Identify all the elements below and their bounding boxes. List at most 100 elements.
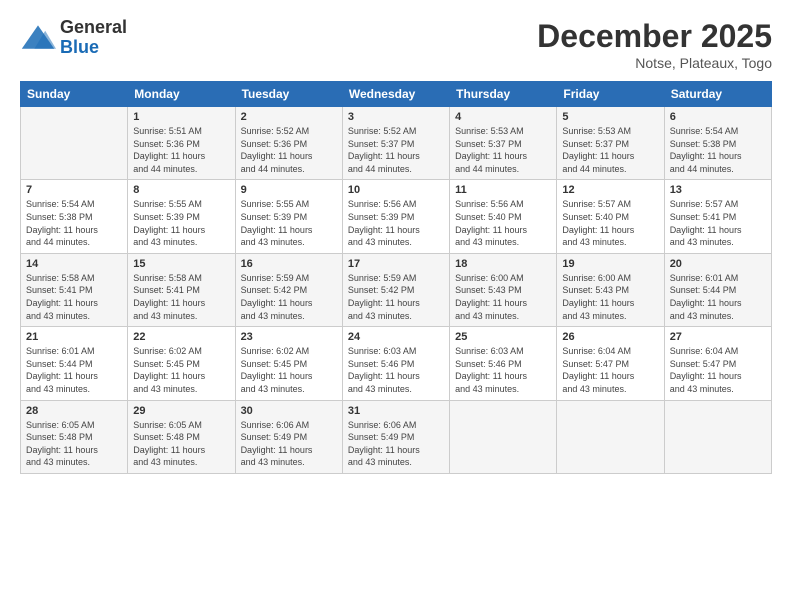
- day-number: 4: [455, 111, 551, 123]
- day-info: Sunrise: 5:56 AMSunset: 5:40 PMDaylight:…: [455, 198, 551, 248]
- day-number: 9: [241, 184, 337, 196]
- calendar-cell: 1 Sunrise: 5:51 AMSunset: 5:36 PMDaylight…: [128, 107, 235, 180]
- day-info: Sunrise: 6:04 AMSunset: 5:47 PMDaylight:…: [562, 345, 658, 395]
- day-info: Sunrise: 5:57 AMSunset: 5:40 PMDaylight:…: [562, 198, 658, 248]
- calendar-cell: 22 Sunrise: 6:02 AMSunset: 5:45 PMDayligh…: [128, 327, 235, 400]
- day-number: 25: [455, 331, 551, 343]
- day-info: Sunrise: 5:58 AMSunset: 5:41 PMDaylight:…: [133, 272, 229, 322]
- logo-icon: [20, 23, 56, 53]
- calendar-cell: 3Sunrise: 5:52 AMSunset: 5:37 PMDaylight…: [342, 107, 449, 180]
- day-number: 19: [562, 258, 658, 270]
- day-info: Sunrise: 5:53 AMSunset: 5:37 PMDaylight:…: [562, 125, 658, 175]
- month-title: December 2025: [537, 18, 772, 55]
- day-number: 29: [133, 405, 229, 417]
- day-number: 2: [241, 111, 337, 123]
- calendar-cell: 21 Sunrise: 6:01 AMSunset: 5:44 PMDayligh…: [21, 327, 128, 400]
- day-info: Sunrise: 6:04 AMSunset: 5:47 PMDaylight:…: [670, 345, 766, 395]
- day-info: Sunrise: 5:54 AMSunset: 5:38 PMDaylight:…: [26, 198, 122, 248]
- calendar: SundayMondayTuesdayWednesdayThursdayFrid…: [20, 81, 772, 474]
- logo: General Blue: [20, 18, 127, 58]
- calendar-week-row: 21 Sunrise: 6:01 AMSunset: 5:44 PMDayligh…: [21, 327, 772, 400]
- calendar-week-row: 28 Sunrise: 6:05 AMSunset: 5:48 PMDayligh…: [21, 400, 772, 473]
- calendar-cell: 6Sunrise: 5:54 AMSunset: 5:38 PMDaylight…: [664, 107, 771, 180]
- day-info: Sunrise: 6:06 AMSunset: 5:49 PMDaylight:…: [241, 419, 337, 469]
- logo-general-text: General: [60, 18, 127, 38]
- calendar-header-row: SundayMondayTuesdayWednesdayThursdayFrid…: [21, 82, 772, 107]
- day-header-sunday: Sunday: [21, 82, 128, 107]
- day-info: Sunrise: 5:58 AMSunset: 5:41 PMDaylight:…: [26, 272, 122, 322]
- calendar-cell: 11 Sunrise: 5:56 AMSunset: 5:40 PMDayligh…: [450, 180, 557, 253]
- calendar-cell: 30 Sunrise: 6:06 AMSunset: 5:49 PMDayligh…: [235, 400, 342, 473]
- day-info: Sunrise: 5:59 AMSunset: 5:42 PMDaylight:…: [241, 272, 337, 322]
- calendar-week-row: 14 Sunrise: 5:58 AMSunset: 5:41 PMDayligh…: [21, 253, 772, 326]
- day-number: 21: [26, 331, 122, 343]
- calendar-cell: 9 Sunrise: 5:55 AMSunset: 5:39 PMDaylight…: [235, 180, 342, 253]
- day-number: 12: [562, 184, 658, 196]
- logo-text: General Blue: [60, 18, 127, 58]
- calendar-cell: 31Sunrise: 6:06 AMSunset: 5:49 PMDayligh…: [342, 400, 449, 473]
- day-info: Sunrise: 6:03 AMSunset: 5:46 PMDaylight:…: [455, 345, 551, 395]
- day-info: Sunrise: 6:01 AMSunset: 5:44 PMDaylight:…: [670, 272, 766, 322]
- day-info: Sunrise: 5:55 AMSunset: 5:39 PMDaylight:…: [133, 198, 229, 248]
- day-number: 11: [455, 184, 551, 196]
- day-number: 24: [348, 331, 444, 343]
- day-number: 18: [455, 258, 551, 270]
- day-number: 15: [133, 258, 229, 270]
- calendar-cell: 14 Sunrise: 5:58 AMSunset: 5:41 PMDayligh…: [21, 253, 128, 326]
- day-info: Sunrise: 6:01 AMSunset: 5:44 PMDaylight:…: [26, 345, 122, 395]
- day-info: Sunrise: 6:03 AMSunset: 5:46 PMDaylight:…: [348, 345, 444, 395]
- calendar-cell: 10 Sunrise: 5:56 AMSunset: 5:39 PMDayligh…: [342, 180, 449, 253]
- header: General Blue December 2025 Notse, Platea…: [20, 18, 772, 71]
- calendar-cell: 26 Sunrise: 6:04 AMSunset: 5:47 PMDayligh…: [557, 327, 664, 400]
- day-header-friday: Friday: [557, 82, 664, 107]
- calendar-cell: 18 Sunrise: 6:00 AMSunset: 5:43 PMDayligh…: [450, 253, 557, 326]
- day-number: 8: [133, 184, 229, 196]
- day-number: 6: [670, 111, 766, 123]
- logo-blue-text: Blue: [60, 38, 127, 58]
- day-info: Sunrise: 6:05 AMSunset: 5:48 PMDaylight:…: [133, 419, 229, 469]
- day-number: 22: [133, 331, 229, 343]
- calendar-week-row: 1 Sunrise: 5:51 AMSunset: 5:36 PMDaylight…: [21, 107, 772, 180]
- location: Notse, Plateaux, Togo: [537, 55, 772, 71]
- calendar-cell: [450, 400, 557, 473]
- day-number: 17: [348, 258, 444, 270]
- day-info: Sunrise: 6:06 AMSunset: 5:49 PMDaylight:…: [348, 419, 444, 469]
- day-info: Sunrise: 6:00 AMSunset: 5:43 PMDaylight:…: [562, 272, 658, 322]
- day-number: 14: [26, 258, 122, 270]
- day-number: 5: [562, 111, 658, 123]
- day-info: Sunrise: 5:55 AMSunset: 5:39 PMDaylight:…: [241, 198, 337, 248]
- day-number: 7: [26, 184, 122, 196]
- day-info: Sunrise: 5:57 AMSunset: 5:41 PMDaylight:…: [670, 198, 766, 248]
- day-info: Sunrise: 5:52 AMSunset: 5:36 PMDaylight:…: [241, 125, 337, 175]
- day-info: Sunrise: 5:56 AMSunset: 5:39 PMDaylight:…: [348, 198, 444, 248]
- calendar-cell: 7 Sunrise: 5:54 AMSunset: 5:38 PMDaylight…: [21, 180, 128, 253]
- day-number: 1: [133, 111, 229, 123]
- day-header-monday: Monday: [128, 82, 235, 107]
- day-info: Sunrise: 5:51 AMSunset: 5:36 PMDaylight:…: [133, 125, 229, 175]
- day-number: 30: [241, 405, 337, 417]
- day-header-wednesday: Wednesday: [342, 82, 449, 107]
- day-number: 16: [241, 258, 337, 270]
- calendar-cell: 16 Sunrise: 5:59 AMSunset: 5:42 PMDayligh…: [235, 253, 342, 326]
- day-number: 10: [348, 184, 444, 196]
- calendar-cell: 2 Sunrise: 5:52 AMSunset: 5:36 PMDaylight…: [235, 107, 342, 180]
- day-number: 28: [26, 405, 122, 417]
- day-info: Sunrise: 6:00 AMSunset: 5:43 PMDaylight:…: [455, 272, 551, 322]
- calendar-cell: [664, 400, 771, 473]
- calendar-cell: 17 Sunrise: 5:59 AMSunset: 5:42 PMDayligh…: [342, 253, 449, 326]
- day-header-thursday: Thursday: [450, 82, 557, 107]
- calendar-cell: 20 Sunrise: 6:01 AMSunset: 5:44 PMDayligh…: [664, 253, 771, 326]
- day-number: 26: [562, 331, 658, 343]
- calendar-cell: 8 Sunrise: 5:55 AMSunset: 5:39 PMDaylight…: [128, 180, 235, 253]
- day-info: Sunrise: 6:02 AMSunset: 5:45 PMDaylight:…: [133, 345, 229, 395]
- day-header-tuesday: Tuesday: [235, 82, 342, 107]
- title-block: December 2025 Notse, Plateaux, Togo: [537, 18, 772, 71]
- day-number: 20: [670, 258, 766, 270]
- calendar-cell: 27Sunrise: 6:04 AMSunset: 5:47 PMDayligh…: [664, 327, 771, 400]
- day-info: Sunrise: 5:52 AMSunset: 5:37 PMDaylight:…: [348, 125, 444, 175]
- calendar-cell: 12 Sunrise: 5:57 AMSunset: 5:40 PMDayligh…: [557, 180, 664, 253]
- day-info: Sunrise: 5:53 AMSunset: 5:37 PMDaylight:…: [455, 125, 551, 175]
- calendar-cell: 25 Sunrise: 6:03 AMSunset: 5:46 PMDayligh…: [450, 327, 557, 400]
- calendar-cell: 23Sunrise: 6:02 AMSunset: 5:45 PMDayligh…: [235, 327, 342, 400]
- day-info: Sunrise: 5:59 AMSunset: 5:42 PMDaylight:…: [348, 272, 444, 322]
